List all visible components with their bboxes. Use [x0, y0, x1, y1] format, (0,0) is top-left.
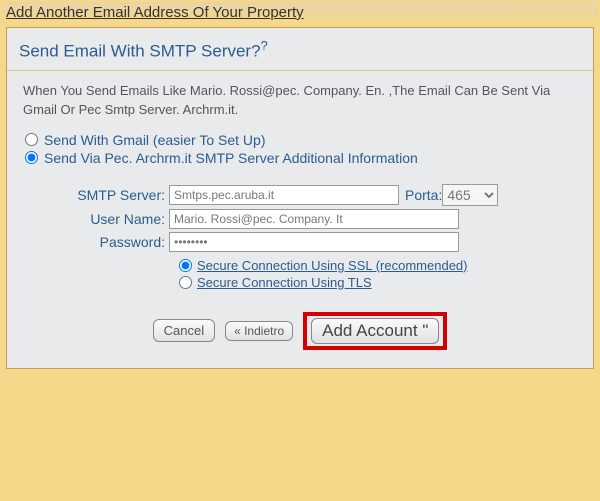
- porta-label: Porta:: [405, 187, 442, 203]
- password-input[interactable]: [169, 232, 459, 252]
- username-input[interactable]: [169, 209, 459, 229]
- add-account-button[interactable]: Add Account ": [311, 318, 439, 344]
- option-smtp-label: Send Via Pec. Archrm.it SMTP Server Addi…: [44, 150, 418, 166]
- username-row: User Name:: [19, 209, 581, 229]
- divider: [7, 70, 593, 71]
- option-gmail-row[interactable]: Send With Gmail (easier To Set Up): [25, 132, 575, 148]
- ssl-row[interactable]: Secure Connection Using SSL (recommended…: [179, 258, 581, 273]
- button-row: Cancel « Indietro Add Account ": [19, 312, 581, 350]
- radio-ssl[interactable]: [179, 259, 192, 272]
- username-label: User Name:: [19, 211, 169, 227]
- window-title: Add Another Email Address Of Your Proper…: [2, 2, 598, 23]
- option-smtp-row[interactable]: Send Via Pec. Archrm.it SMTP Server Addi…: [25, 150, 575, 166]
- tls-row[interactable]: Secure Connection Using TLS: [179, 275, 581, 290]
- password-row: Password:: [19, 232, 581, 252]
- radio-tls[interactable]: [179, 276, 192, 289]
- smtp-label: SMTP Server:: [19, 187, 169, 203]
- tls-label: Secure Connection Using TLS: [197, 275, 372, 290]
- smtp-row: SMTP Server: Porta: 465: [19, 184, 581, 206]
- radio-gmail[interactable]: [25, 133, 38, 146]
- security-group: Secure Connection Using SSL (recommended…: [179, 258, 581, 290]
- intro-text: When You Send Emails Like Mario. Rossi@p…: [19, 81, 581, 130]
- back-button[interactable]: « Indietro: [225, 321, 293, 341]
- smtp-input[interactable]: [169, 185, 399, 205]
- help-icon[interactable]: ?: [261, 38, 268, 53]
- heading-text: Send Email With SMTP Server?: [19, 42, 261, 61]
- ssl-label: Secure Connection Using SSL (recommended…: [197, 258, 468, 273]
- option-gmail-label: Send With Gmail (easier To Set Up): [44, 132, 266, 148]
- main-panel: Send Email With SMTP Server?? When You S…: [6, 27, 594, 369]
- form-area: SMTP Server: Porta: 465 User Name: Passw…: [19, 184, 581, 290]
- porta-select[interactable]: 465: [442, 184, 498, 206]
- password-label: Password:: [19, 234, 169, 250]
- panel-heading: Send Email With SMTP Server??: [19, 38, 581, 62]
- cancel-button[interactable]: Cancel: [153, 319, 215, 342]
- add-account-highlight: Add Account ": [303, 312, 447, 350]
- radio-smtp[interactable]: [25, 151, 38, 164]
